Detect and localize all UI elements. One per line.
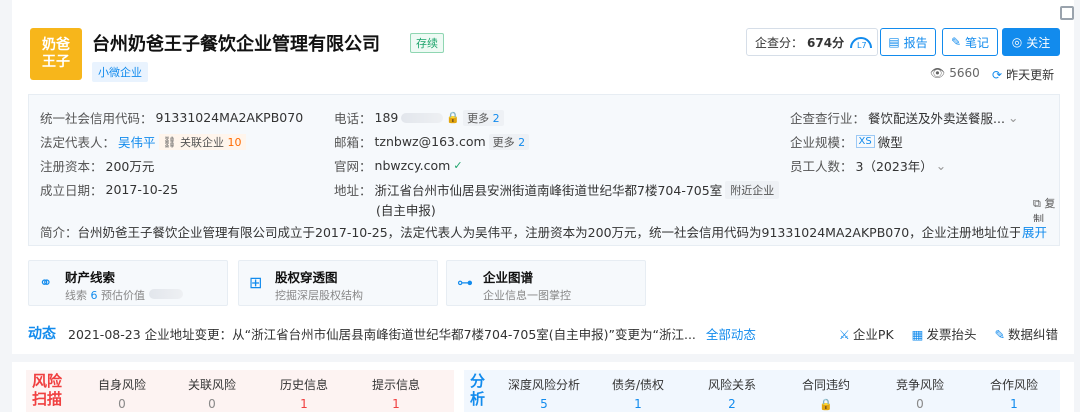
analysis-title: 分析 [470,372,486,408]
score-label: 企查分： [755,35,804,50]
refresh-icon: ⟳ [992,67,1003,82]
company-name: 台州奶爸王子餐饮企业管理有限公司 [92,34,380,55]
risk-related[interactable]: 关联风险 0 [172,376,252,411]
svg-text:L7: L7 [857,41,867,50]
refresh-button[interactable]: ⟳ 昨天更新 [992,66,1054,83]
chevron-down-icon[interactable]: ⌄ [1008,110,1018,125]
email-value[interactable]: tznbwz@163.com [375,134,486,149]
risk-hint[interactable]: 提示信息 1 [356,376,436,411]
company-logo: 奶爸 王子 [30,28,82,80]
risk-history[interactable]: 历史信息 1 [264,376,344,411]
analysis-competition[interactable]: 竞争风险 0 [880,376,960,411]
scale-value: 微型 [877,135,903,150]
gauge-icon: L7 [850,37,873,50]
industry-row: 企查查行业： 餐饮配送及外卖送餐服... ⌄ [790,108,1019,127]
dynamic-actions: ⚔ 企业PK ▦ 发票抬头 ✎ 数据纠错 [839,324,1058,343]
report-button[interactable]: ▤ 报告 [880,28,936,56]
legal-rep-link[interactable]: 吴伟平 [118,132,156,151]
analysis-contract-breach[interactable]: 合同违约 🔒 [786,376,866,411]
score-box[interactable]: 企查分： 674分 L7 [746,28,878,56]
risk-self[interactable]: 自身风险 0 [82,376,162,411]
pencil-icon: ✎ [950,35,962,49]
graph-icon: ⊶ [457,273,473,292]
analysis-debt[interactable]: 债务/债权 1 [598,376,678,411]
view-count: 👁 5660 [930,66,980,80]
scale-row: 企业规模： XS 微型 [790,132,903,151]
staff-row: 员工人数： 3（2023年） ⌄ [790,156,947,175]
credit-code-row: 统一社会信用代码： 91331024MA2AKPB070 [40,110,304,126]
blurred-phone [401,112,444,123]
chevron-down-icon[interactable]: ⌄ [936,158,946,173]
lock-icon: 🔒 [446,111,461,124]
link-icon: ⚭ [39,273,53,292]
logo-line2: 王子 [42,54,70,70]
feature-company-graph[interactable]: ⊶ 企业图谱 企业信息一图掌控 [446,260,646,306]
address-value[interactable]: 浙江省台州市仙居县安洲街道南峰街道世纪华都7楼704-705室 [375,180,723,199]
score-value: 674分 [807,35,845,50]
analysis-deep-risk[interactable]: 深度风险分析 5 [504,376,584,411]
invoice-title-button[interactable]: ▦ 发票抬头 [912,324,977,343]
address-line2: (自主申报) [376,203,436,218]
email-more-button[interactable]: 更多 2 [488,133,530,150]
analysis-risk-relation[interactable]: 风险关系 2 [692,376,772,411]
capital-row: 注册资本： 200万元 [40,156,154,175]
related-companies-tag[interactable]: ⛓ 关联企业 10 [158,133,246,150]
follow-button[interactable]: ◎ 关注 [1002,28,1060,56]
summary-row: 简介：台州奶爸王子餐饮企业管理有限公司成立于2017-10-25，法定代表人为吴… [40,222,1020,241]
org-chart-icon: ⊞ [249,273,263,292]
website-link[interactable]: nbwzcy.com [375,158,451,173]
analysis-cooperation[interactable]: 合作风险 1 [974,376,1054,411]
legal-rep-row: 法定代表人： 吴伟平 ⛓ 关联企业 10 [40,132,246,151]
nearby-companies-button[interactable]: 附近企业 [725,180,780,199]
phone-value: 189 [374,110,399,125]
risk-scan-title: 风险扫描 [32,372,63,408]
data-correction-button[interactable]: ✎ 数据纠错 [995,324,1059,343]
feature-equity-graph[interactable]: ⊞ 股权穿透图 挖掘深层股权结构 [238,260,438,306]
edit-icon: ✎ [994,327,1005,342]
industry-value[interactable]: 餐饮配送及外卖送餐服... [868,108,1005,127]
status-badge: 存续 [410,33,444,53]
analysis-panel: 分析 深度风险分析 5 债务/债权 1 风险关系 2 合同违约 🔒 竞争风险 0 合作风险… [464,370,1060,412]
lock-icon: 🔒 [819,398,833,411]
capital-value: 200万元 [105,159,155,174]
staff-value[interactable]: 3（2023年） [856,156,933,175]
scale-tag: XS [855,135,875,148]
address-row: 地址： 浙江省台州市仙居县安洲街道南峰街道世纪华都7楼704-705室 附近企业 [334,180,780,199]
all-dynamics-link[interactable]: 全部动态 [706,324,756,343]
established-row: 成立日期： 2017-10-25 [40,182,179,198]
company-size-tag[interactable]: 小微企业 [92,62,148,82]
dynamic-title: 动态 [28,326,56,342]
follow-icon: ◎ [1011,35,1023,49]
company-pk-button[interactable]: ⚔ 企业PK [839,324,894,343]
email-row: 邮箱： tznbwz@163.com 更多 2 [334,132,530,151]
phone-row: 电话： 189 🔒 更多 2 [334,108,504,127]
qrcode-icon[interactable] [1060,6,1074,20]
phone-more-button[interactable]: 更多 2 [463,109,504,126]
pk-icon: ⚔ [838,327,850,342]
logo-line1: 奶爸 [42,37,70,53]
eye-icon: 👁 [930,66,946,80]
note-button[interactable]: ✎ 笔记 [942,28,998,56]
website-row: 官网： nbwzcy.com ✓ [334,158,463,174]
risk-analysis-card: 风险扫描 自身风险 0 关联风险 0 历史信息 1 提示信息 1 分析 深度风险分析 5 … [12,362,1074,412]
verified-icon: ✓ [453,159,463,172]
invoice-icon: ▦ [911,327,924,342]
risk-scan-panel: 风险扫描 自身风险 0 关联风险 0 历史信息 1 提示信息 1 [26,370,454,412]
credit-code-value[interactable]: 91331024MA2AKPB070 [156,110,304,125]
report-icon: ▤ [888,35,900,49]
expand-button[interactable]: 展开 [1022,222,1048,241]
summary-text: 台州奶爸王子餐饮企业管理有限公司成立于2017-10-25，法定代表人为吴伟平，… [77,225,1020,240]
established-value: 2017-10-25 [105,182,179,197]
feature-property-clues[interactable]: ⚭ 财产线索 线索 6 预估价值 [28,260,228,306]
dynamic-text[interactable]: 2021-08-23 企业地址变更：从“浙江省台州市仙居县南峰街道世纪华都7楼7… [68,324,696,343]
dynamic-bar: 动态 2021-08-23 企业地址变更：从“浙江省台州市仙居县南峰街道世纪华都… [28,322,1058,344]
